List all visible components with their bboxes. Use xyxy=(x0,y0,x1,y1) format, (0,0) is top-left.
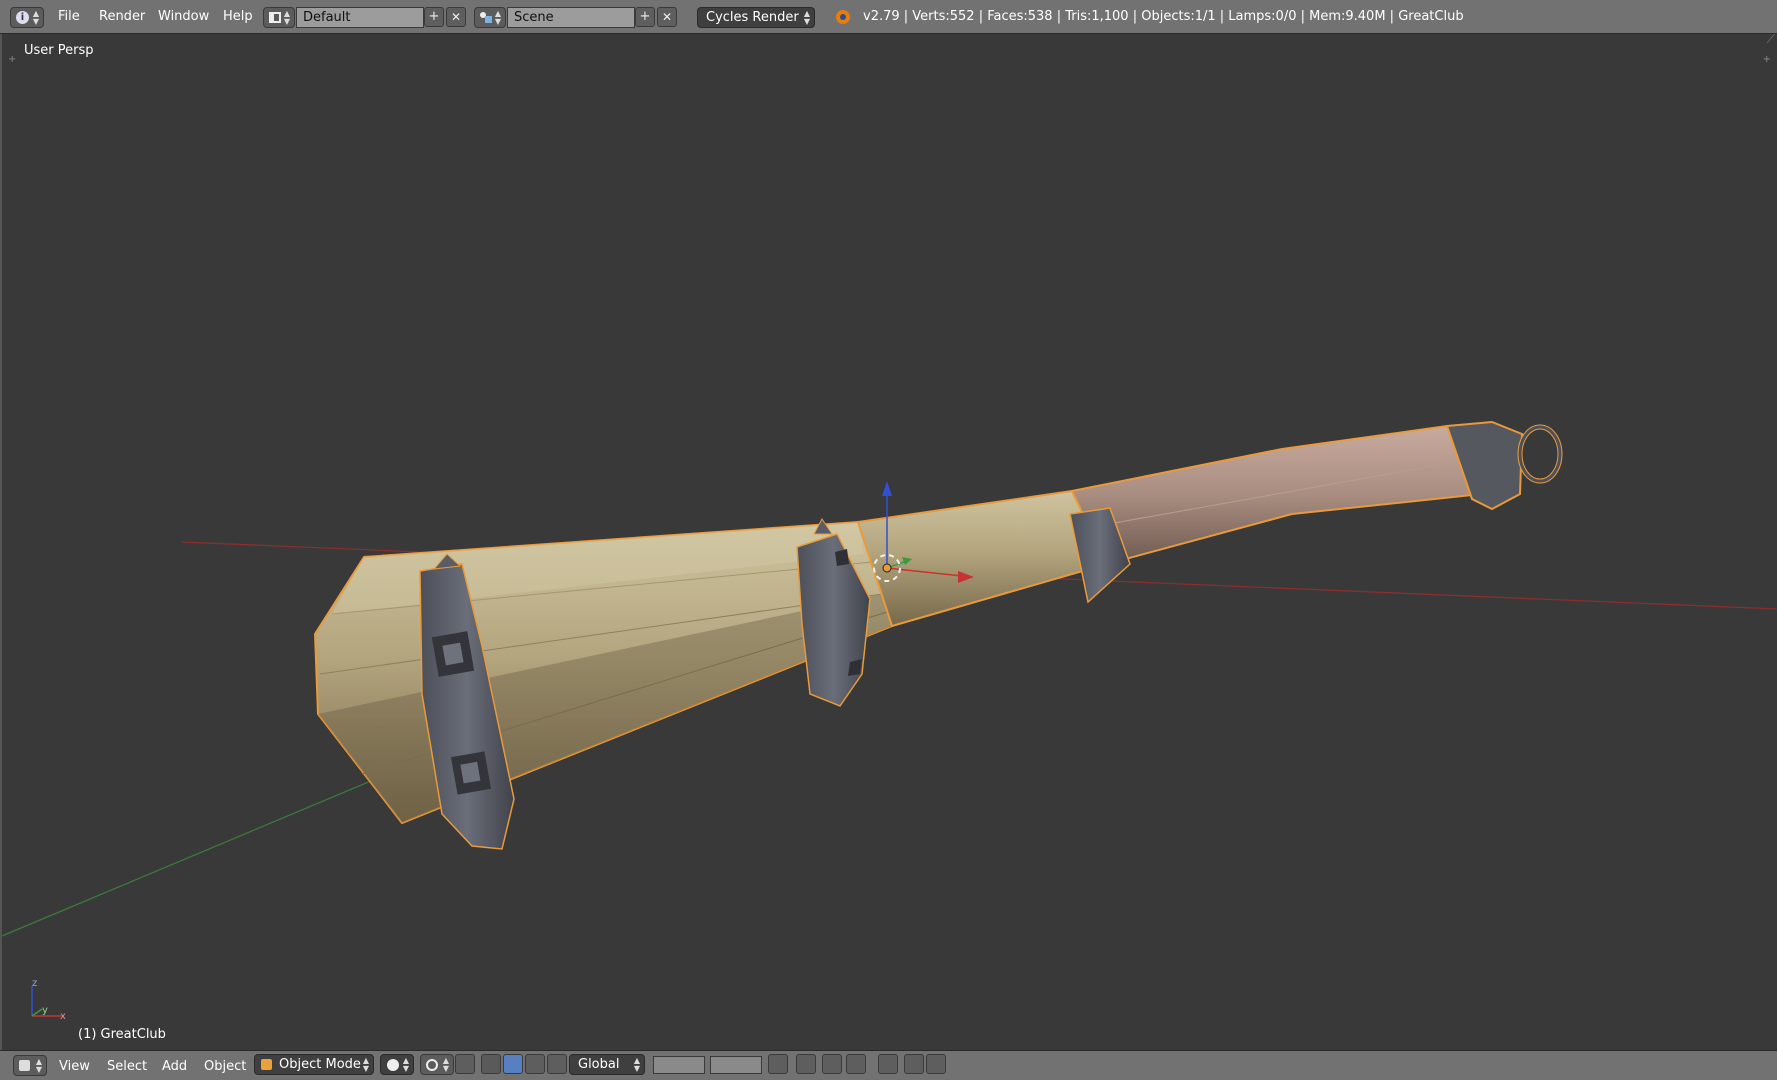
updown-arrows-icon: ▲ ▼ xyxy=(442,1056,449,1073)
updown-arrows-icon: ▲ ▼ xyxy=(35,1057,42,1074)
active-object-label: (1) GreatClub xyxy=(78,1027,166,1042)
3d-viewport[interactable]: User Persp + + ⟋ z y x (1) GreatClub xyxy=(0,34,1777,1050)
snap-toggle-icon[interactable] xyxy=(822,1054,842,1074)
layout-name-field[interactable]: Default xyxy=(296,7,424,28)
snap-target-icon[interactable] xyxy=(878,1054,898,1074)
scene-browse-button[interactable]: ▲ ▼ xyxy=(474,7,506,28)
layout-browse-button[interactable]: ▲ ▼ xyxy=(263,7,295,28)
editor-type-button-3d[interactable]: ▲ ▼ xyxy=(13,1055,47,1076)
render-engine-dropdown[interactable]: Cycles Render ▲ ▼ xyxy=(697,7,815,28)
render-image-icon[interactable] xyxy=(904,1054,924,1074)
orientation-label: Global xyxy=(578,1057,620,1072)
remove-layout-icon[interactable]: ✕ xyxy=(446,7,466,27)
updown-arrows-icon: ▲ ▼ xyxy=(494,9,501,26)
blender-logo-icon xyxy=(836,10,850,24)
render-animation-icon[interactable] xyxy=(926,1054,946,1074)
solid-shading-icon xyxy=(387,1059,399,1071)
snap-element-icon[interactable] xyxy=(846,1054,866,1074)
menu-window[interactable]: Window xyxy=(158,9,209,24)
updown-arrows-icon: ▲ ▼ xyxy=(402,1056,409,1073)
menu-view[interactable]: View xyxy=(59,1059,90,1074)
menu-render[interactable]: Render xyxy=(99,9,145,24)
viewport-shading-dropdown[interactable]: ▲ ▼ xyxy=(380,1054,414,1075)
scene-layers-left[interactable] xyxy=(653,1056,705,1074)
proportional-edit-icon[interactable] xyxy=(796,1054,816,1074)
add-scene-icon[interactable]: + xyxy=(635,7,655,27)
updown-arrows-icon: ▲ ▼ xyxy=(633,1056,640,1073)
manipulate-center-icon[interactable] xyxy=(455,1054,475,1074)
great-club-mesh xyxy=(313,420,1563,850)
menu-add[interactable]: Add xyxy=(162,1059,187,1074)
menu-object[interactable]: Object xyxy=(204,1059,246,1074)
remove-scene-icon[interactable]: ✕ xyxy=(657,7,677,27)
axis-label-x: x xyxy=(60,1011,66,1022)
mode-label: Object Mode xyxy=(279,1057,361,1072)
object-mode-icon xyxy=(261,1059,272,1070)
menu-file[interactable]: File xyxy=(58,9,80,24)
menu-select[interactable]: Select xyxy=(107,1059,147,1074)
layout-grid-icon xyxy=(269,12,281,23)
cube-icon xyxy=(19,1060,30,1071)
rotate-manipulator-icon[interactable] xyxy=(525,1054,545,1074)
info-header: i ▲ ▼ File Render Window Help ▲ ▼ Default … xyxy=(0,0,1777,34)
scene-layers-right[interactable] xyxy=(710,1056,762,1074)
translate-manipulator-icon[interactable] xyxy=(503,1054,523,1074)
updown-arrows-icon: ▲ ▼ xyxy=(803,9,810,26)
pivot-icon xyxy=(426,1059,438,1071)
pivot-point-dropdown[interactable]: ▲ ▼ xyxy=(420,1054,454,1075)
scale-manipulator-icon[interactable] xyxy=(547,1054,567,1074)
axis-label-z: z xyxy=(32,978,38,989)
info-icon: i xyxy=(16,11,29,24)
scene-stats: v2.79 | Verts:552 | Faces:538 | Tris:1,1… xyxy=(863,9,1464,24)
mode-dropdown[interactable]: Object Mode ▲ ▼ xyxy=(254,1054,374,1075)
add-layout-icon[interactable]: + xyxy=(424,7,444,27)
updown-arrows-icon: ▲ ▼ xyxy=(362,1056,369,1073)
updown-arrows-icon: ▲ ▼ xyxy=(283,9,290,26)
render-engine-label: Cycles Render xyxy=(706,10,799,25)
scene-canvas[interactable] xyxy=(2,34,1777,1050)
editor-type-button[interactable]: i ▲ ▼ xyxy=(10,7,44,28)
scene-icon xyxy=(480,12,492,23)
manipulator-toggle-icon[interactable] xyxy=(481,1054,501,1074)
updown-arrows-icon: ▲ ▼ xyxy=(32,9,39,26)
menu-help[interactable]: Help xyxy=(223,9,253,24)
scene-name-field[interactable]: Scene xyxy=(507,7,635,28)
lock-layers-icon[interactable] xyxy=(768,1054,788,1074)
axis-label-y: y xyxy=(42,1005,48,1016)
transform-orientation-dropdown[interactable]: Global ▲ ▼ xyxy=(569,1054,645,1075)
